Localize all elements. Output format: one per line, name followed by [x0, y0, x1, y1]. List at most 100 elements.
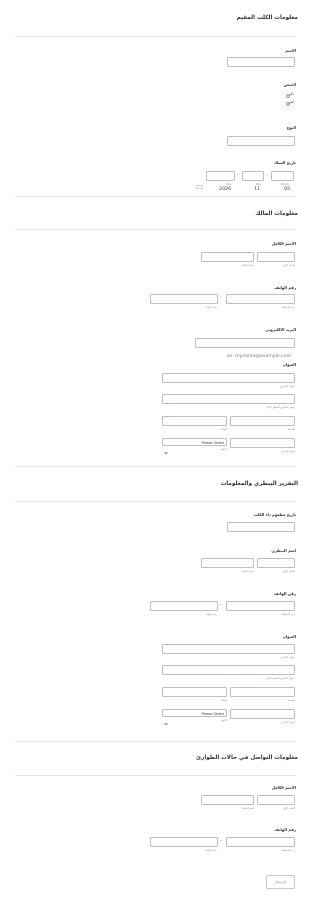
chevron-down-icon	[164, 440, 168, 455]
owner-state-input[interactable]	[162, 416, 227, 426]
vet-country-sub: الدولة	[220, 719, 227, 722]
vet-phone-label: رقن الهاتف	[273, 591, 296, 596]
divider	[15, 775, 296, 776]
dob-year-sub: Year	[226, 183, 232, 186]
vet-country-select-value: Please Select	[201, 711, 224, 716]
owner-area-code-input[interactable]	[226, 294, 295, 304]
vet-last-name-input[interactable]	[201, 558, 254, 568]
dog-name-label: الاسم	[285, 48, 296, 53]
owner-fullname-label: الاسم الكامل	[271, 241, 296, 246]
vet-name-label: اسم البيطري	[271, 548, 296, 553]
vet-street2-input[interactable]	[162, 665, 295, 675]
vet-last-name-sub: اسم العائلة	[242, 570, 254, 573]
dog-name-input[interactable]	[227, 57, 295, 67]
owner-zip-sub: الرمز البريدي	[280, 450, 295, 453]
phone-separator: -	[220, 838, 222, 843]
emergency-last-name-input[interactable]	[201, 795, 254, 805]
section-title-vet: التقرير البيطري والمعلومات	[220, 481, 298, 487]
section-title-dog: معلومات الكلب المقيم	[236, 15, 298, 21]
divider	[15, 741, 296, 742]
owner-street2-input[interactable]	[162, 394, 295, 404]
date-separator: -	[266, 172, 268, 177]
owner-email-placeholder: ex: myname@example.com	[226, 353, 291, 359]
breed-input[interactable]	[227, 136, 295, 146]
dob-day-input[interactable]: 11	[242, 171, 264, 191]
vet-first-name-sub: الاسم الأول	[282, 570, 295, 573]
vet-zip-sub: الرمز البريدي	[280, 721, 295, 724]
phone-separator: -	[220, 295, 222, 300]
owner-last-name-input[interactable]	[201, 252, 254, 262]
divider	[15, 501, 296, 502]
owner-country-sub: الدولة	[220, 448, 227, 451]
emergency-area-code-sub: رمز المنطقة	[281, 849, 295, 852]
breed-label: النوع	[286, 125, 296, 130]
owner-email-label: البريد الالكتروني	[265, 327, 296, 332]
owner-country-select[interactable]: Please Select	[162, 438, 227, 446]
emergency-first-name-sub: الاسم الأول	[282, 807, 295, 810]
owner-country-select-value: Please Select	[201, 440, 224, 445]
vet-street2-sub: عنوان الشارع السطر الثاني	[265, 677, 295, 680]
vet-phone-input[interactable]	[150, 601, 218, 611]
owner-city-sub: المدينة	[287, 428, 295, 431]
emergency-phone-sub: رقم الهاتف	[205, 849, 217, 852]
emergency-fullname-label: الاسم الكامل	[271, 785, 296, 790]
emergency-first-name-input[interactable]	[257, 795, 295, 805]
chevron-down-icon	[164, 711, 168, 726]
emergency-phone-input[interactable]	[150, 837, 218, 847]
owner-address-label: العنوان	[282, 362, 296, 367]
dob-year-value: 2026	[219, 186, 231, 192]
vet-city-input[interactable]	[230, 687, 295, 697]
dob-day-sub: Day	[256, 183, 262, 186]
dob-day-value: 11	[254, 186, 260, 192]
vet-street-sub: عنوان الشارع	[280, 656, 295, 659]
dob-month-input[interactable]: 05	[271, 171, 294, 191]
section-title-owner: معلومات المالك	[255, 211, 298, 217]
rabies-label: تاريخ مطعوم داء الكلب	[253, 512, 296, 517]
gender-male-label: ذكر	[289, 92, 294, 96]
owner-city-input[interactable]	[230, 416, 295, 426]
vet-address-label: العنوان	[282, 634, 296, 639]
owner-zip-input[interactable]	[230, 438, 295, 448]
owner-first-name-sub: الاسم الأول	[282, 264, 295, 267]
emergency-phone-label: رقم الهاتف	[274, 827, 296, 832]
vet-area-code-sub: رمز المنطقة	[281, 613, 295, 616]
vet-first-name-input[interactable]	[257, 558, 295, 568]
vet-area-code-input[interactable]	[226, 601, 295, 611]
owner-street2-sub: عنوان الشارع السطر الثاني	[265, 406, 295, 409]
emergency-area-code-input[interactable]	[226, 837, 295, 847]
owner-street-sub: عنوان الشارع	[280, 385, 295, 388]
emergency-last-name-sub: اسم العائلة	[242, 807, 254, 810]
divider	[15, 466, 296, 467]
vet-street-input[interactable]	[162, 644, 295, 654]
dob-month-sub: Month	[281, 183, 290, 186]
dob-label: تاريخ الميلاد	[273, 160, 296, 165]
phone-separator: -	[220, 602, 222, 607]
vet-phone-sub: رقم الهاتف	[205, 613, 217, 616]
rabies-input[interactable]	[227, 522, 295, 532]
calendar-icon[interactable]	[196, 174, 203, 189]
vet-city-sub: المدينة	[287, 699, 295, 702]
owner-email-input[interactable]: ex: myname@example.com	[195, 338, 295, 358]
section-title-emergency: معلومات التواصل في حالات الطوارئ	[196, 755, 298, 761]
divider	[15, 229, 296, 230]
owner-state-sub: الولاية	[220, 428, 227, 431]
owner-phone-input[interactable]	[150, 294, 218, 304]
form-page: معلومات الكلب المقيم الاسم الجنس ذكر أنث…	[0, 0, 310, 905]
owner-street-input[interactable]	[162, 373, 295, 383]
owner-area-code-sub: رمز المنطقة	[281, 306, 295, 309]
divider	[15, 36, 296, 37]
gender-female-label: أنثى	[288, 100, 294, 104]
owner-last-name-sub: اسم العائلة	[242, 264, 254, 267]
submit-button[interactable]: الإرسال	[266, 875, 295, 889]
gender-label: الجنس	[283, 82, 296, 87]
divider	[15, 196, 296, 197]
vet-state-input[interactable]	[162, 687, 227, 697]
owner-phone-sub: رقم الهاتف	[205, 306, 217, 309]
vet-zip-input[interactable]	[230, 709, 295, 719]
dob-year-input[interactable]: 2026	[206, 171, 235, 191]
date-separator: -	[237, 172, 239, 177]
dob-month-value: 05	[284, 186, 290, 192]
owner-phone-label: رقم الهاتف	[274, 285, 296, 290]
owner-first-name-input[interactable]	[257, 252, 295, 262]
vet-country-select[interactable]: Please Select	[162, 709, 227, 717]
